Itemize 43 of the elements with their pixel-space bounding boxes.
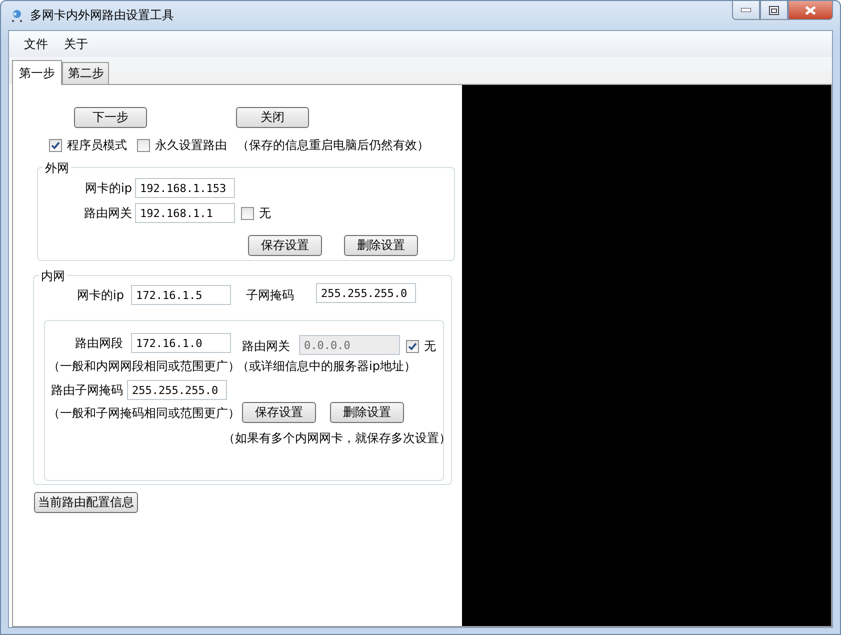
hint-text: （一般和子网掩码相同或范围更广）	[48, 405, 241, 422]
button[interactable]: 保存设置	[248, 235, 322, 256]
checkbox[interactable]	[406, 340, 419, 352]
button[interactable]: 保存设置	[242, 402, 316, 423]
button[interactable]: 删除设置	[330, 402, 404, 423]
input-field[interactable]: 255.255.255.0	[316, 283, 416, 303]
close-button[interactable]	[788, 1, 833, 20]
checkbox-label: 程序员模式	[67, 137, 127, 154]
field-label: 网卡的ip	[76, 286, 124, 304]
maximize-icon	[769, 6, 779, 14]
minimize-icon	[741, 8, 751, 12]
input-field[interactable]: 192.168.1.1	[135, 203, 235, 223]
field-label: 网卡的ip	[84, 180, 132, 196]
field-label: 路由网关	[242, 338, 291, 354]
menu-item[interactable]: 关于	[57, 36, 95, 52]
field-label: 路由网段	[74, 334, 123, 352]
field-label: 路由网关	[83, 204, 132, 222]
tab[interactable]: 第二步	[62, 62, 109, 84]
input-field[interactable]: 172.16.1.5	[131, 285, 231, 305]
hint-text: （如果有多个内网网卡，就保存多次设置）	[223, 430, 443, 447]
input-field[interactable]: 192.168.1.153	[135, 178, 235, 198]
checkbox-label: 无	[259, 204, 271, 222]
checkbox[interactable]	[137, 139, 150, 152]
field-label: 子网掩码	[246, 286, 295, 304]
button[interactable]: 下一步	[74, 107, 147, 128]
button[interactable]: 删除设置	[344, 235, 418, 256]
button[interactable]: 当前路由配置信息	[34, 492, 138, 513]
menu-item[interactable]: 文件	[17, 36, 55, 52]
app-icon	[10, 8, 24, 22]
tab[interactable]: 第一步	[12, 60, 62, 85]
input-field[interactable]: 172.16.1.0	[131, 333, 231, 353]
checkbox[interactable]	[241, 206, 254, 220]
checkbox-label: 无	[424, 338, 436, 354]
checkbox[interactable]	[49, 139, 62, 152]
window-title: 多网卡内外网路由设置工具	[30, 7, 174, 24]
input-field[interactable]: 255.255.255.0	[127, 380, 227, 400]
note-text: （保存的信息重启电脑后仍然有效）	[237, 137, 429, 154]
close-icon	[805, 6, 816, 14]
maximize-button[interactable]	[760, 1, 788, 20]
minimize-button[interactable]	[732, 1, 760, 20]
field-label: 路由子网掩码	[50, 382, 123, 398]
button[interactable]: 关闭	[236, 107, 309, 128]
checkbox-label: 永久设置路由	[155, 137, 227, 154]
